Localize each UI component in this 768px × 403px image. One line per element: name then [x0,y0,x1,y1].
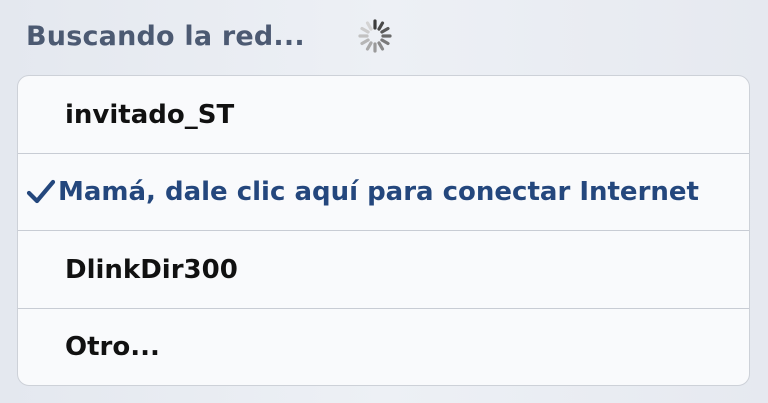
loading-spinner-icon [358,19,392,53]
network-item-invitado-st[interactable]: invitado_ST [18,76,749,153]
network-item-mama-selected[interactable]: Mamá, dale clic aquí para conectar Inter… [18,154,749,230]
network-name-label: DlinkDir300 [65,254,238,285]
scan-status-title: Buscando la red... [26,20,305,52]
network-name-label: invitado_ST [65,99,235,130]
network-scan-header: Buscando la red... [26,14,746,58]
network-list: invitado_ST Mamá, dale clic aquí para co… [17,75,750,386]
network-item-dlinkdir300[interactable]: DlinkDir300 [18,231,749,308]
network-name-label: Mamá, dale clic aquí para conectar Inter… [58,177,699,207]
network-item-other[interactable]: Otro... [18,309,749,385]
checkmark-icon [26,179,56,204]
network-name-label: Otro... [65,332,160,362]
